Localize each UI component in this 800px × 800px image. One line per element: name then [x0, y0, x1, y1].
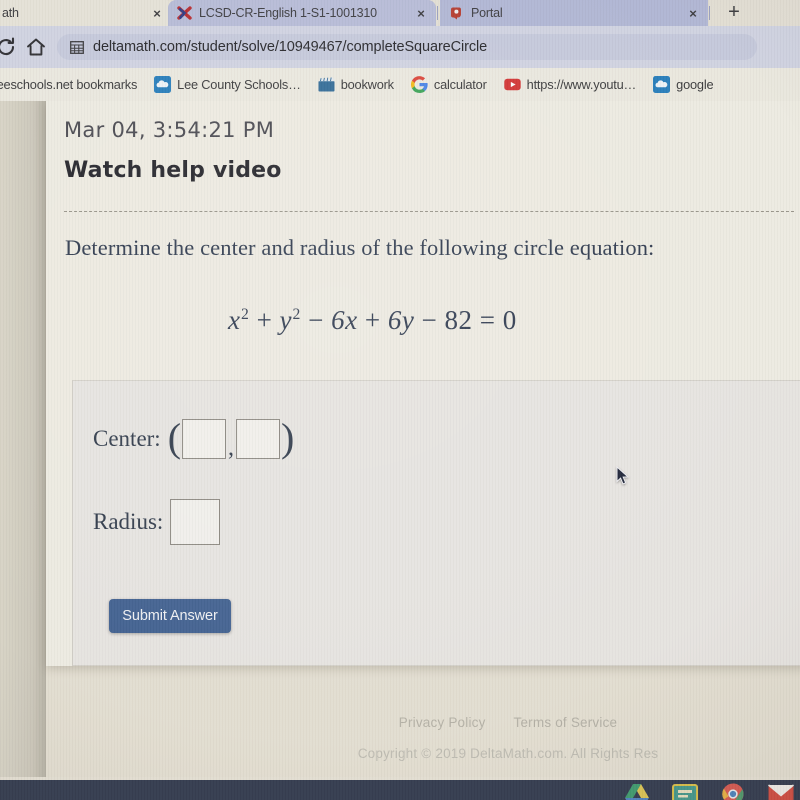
page-viewport: Mar 04, 3:54:21 PM Watch help video Dete…	[0, 101, 800, 777]
address-bar[interactable]: deltamath.com/student/solve/10949467/com…	[57, 34, 757, 60]
browser-tab-1-title: ath	[2, 6, 19, 20]
circle-equation: x2 + y2 − 6x + 6y − 82 = 0	[228, 305, 517, 336]
cloud-icon-2	[653, 76, 671, 93]
bookmark-google[interactable]: google	[653, 76, 714, 93]
footer-links: Privacy Policy Terms of Service	[0, 715, 800, 730]
equation-term-3: 6x	[331, 305, 358, 335]
open-paren: (	[167, 414, 182, 460]
terms-of-service-link[interactable]: Terms of Service	[514, 715, 618, 730]
dock-icon-list	[624, 783, 795, 800]
equation-term-2-exponent: 2	[292, 306, 301, 323]
equation-equals-sign: =	[479, 305, 496, 335]
footer-copyright-text: Copyright © 2019 DeltaMath.com. All Righ…	[357, 746, 659, 761]
center-label: Center:	[93, 426, 161, 451]
screen-photo: ath × LCSD-CR-English 1-S1-1001310 × Por	[0, 0, 800, 800]
portal-icon	[449, 6, 464, 21]
equation-operator-3: +	[364, 305, 381, 335]
equation-right-hand-side: 0	[502, 305, 517, 335]
privacy-policy-link[interactable]: Privacy Policy	[399, 715, 486, 730]
radius-label: Radius:	[93, 509, 164, 534]
equation-operator-2: −	[308, 305, 324, 335]
google-drive-icon[interactable]	[624, 783, 650, 800]
arrow-cursor	[616, 465, 630, 486]
close-paren: )	[281, 414, 295, 460]
browser-tab-2[interactable]: LCSD-CR-English 1-S1-1001310 ×	[168, 0, 436, 26]
center-comma: ,	[228, 434, 235, 461]
equation-term-1: x	[228, 305, 241, 335]
red-x-icon	[177, 5, 192, 21]
section-divider	[64, 211, 794, 212]
bookmarks-bar: leeschools.net bookmarks Lee County Scho…	[0, 68, 800, 101]
bookmark-leeschools-net[interactable]: leeschools.net bookmarks	[0, 77, 137, 92]
center-y-input[interactable]	[236, 419, 281, 459]
equation-term-5: 82	[444, 305, 473, 335]
radius-input[interactable]	[170, 499, 221, 545]
bookmark-label: google	[676, 77, 714, 92]
equation-operator-1: +	[256, 305, 273, 335]
youtube-icon	[503, 76, 521, 93]
radius-answer-row: Radius:	[93, 499, 221, 545]
browser-tab-strip: ath × LCSD-CR-English 1-S1-1001310 × Por	[0, 0, 800, 26]
new-tab-button[interactable]: +	[722, 2, 746, 24]
page-left-gutter	[0, 101, 46, 777]
tab-separator-2	[709, 6, 710, 20]
browser-tab-1-close-icon[interactable]: ×	[148, 6, 166, 21]
cloud-icon	[154, 76, 172, 93]
bookmark-label: calculator	[433, 77, 487, 92]
watch-help-video-link[interactable]: Watch help video	[64, 158, 282, 183]
center-answer-row: Center: ( , )	[93, 414, 295, 461]
page-icon	[70, 40, 84, 54]
equation-operator-4: −	[421, 305, 438, 335]
reload-icon[interactable]	[0, 35, 18, 59]
problem-card: Mar 04, 3:54:21 PM Watch help video Dete…	[46, 101, 800, 666]
bookmark-lee-county-schools[interactable]: Lee County Schools…	[154, 76, 301, 93]
browser-tab-2-close-icon[interactable]: ×	[412, 6, 430, 21]
google-g-icon	[410, 76, 428, 94]
browser-tab-3-close-icon[interactable]: ×	[684, 6, 702, 21]
classroom-icon[interactable]	[672, 783, 698, 800]
browser-toolbar: deltamath.com/student/solve/10949467/com…	[0, 26, 800, 68]
bookmark-label: bookwork	[340, 77, 394, 92]
center-x-input[interactable]	[182, 419, 227, 459]
bookmark-label: Lee County Schools…	[177, 77, 301, 92]
tab-separator	[437, 6, 438, 20]
bookmark-label: leeschools.net bookmarks	[0, 77, 138, 92]
browser-tab-3-title: Portal	[471, 6, 503, 20]
equation-term-4: 6y	[387, 305, 415, 335]
address-bar-text: deltamath.com/student/solve/10949467/com…	[93, 39, 488, 55]
browser-tab-1[interactable]: ath ×	[0, 0, 172, 26]
desktop-dock	[0, 780, 800, 800]
gmail-icon[interactable]	[767, 783, 795, 800]
home-icon[interactable]	[24, 35, 48, 59]
footer-copyright: Copyright © 2019 DeltaMath.com. All Righ…	[0, 746, 800, 761]
bookmark-bookwork[interactable]: bookwork	[318, 76, 394, 93]
equation-term-2: y	[279, 305, 293, 335]
bookmark-label: https://www.youtu…	[526, 77, 637, 92]
browser-tab-3[interactable]: Portal ×	[440, 0, 708, 26]
equation-term-1-exponent: 2	[240, 306, 250, 323]
bookmark-calculator[interactable]: calculator	[410, 76, 487, 94]
problem-timestamp: Mar 04, 3:54:21 PM	[64, 118, 275, 142]
clapperboard-icon	[318, 76, 335, 93]
question-prompt: Determine the center and radius of the f…	[65, 235, 655, 260]
submit-answer-button[interactable]: Submit Answer	[109, 599, 231, 633]
browser-tab-2-title: LCSD-CR-English 1-S1-1001310	[199, 6, 377, 20]
chrome-icon[interactable]	[720, 783, 746, 800]
bookmark-youtube[interactable]: https://www.youtu…	[503, 76, 637, 93]
